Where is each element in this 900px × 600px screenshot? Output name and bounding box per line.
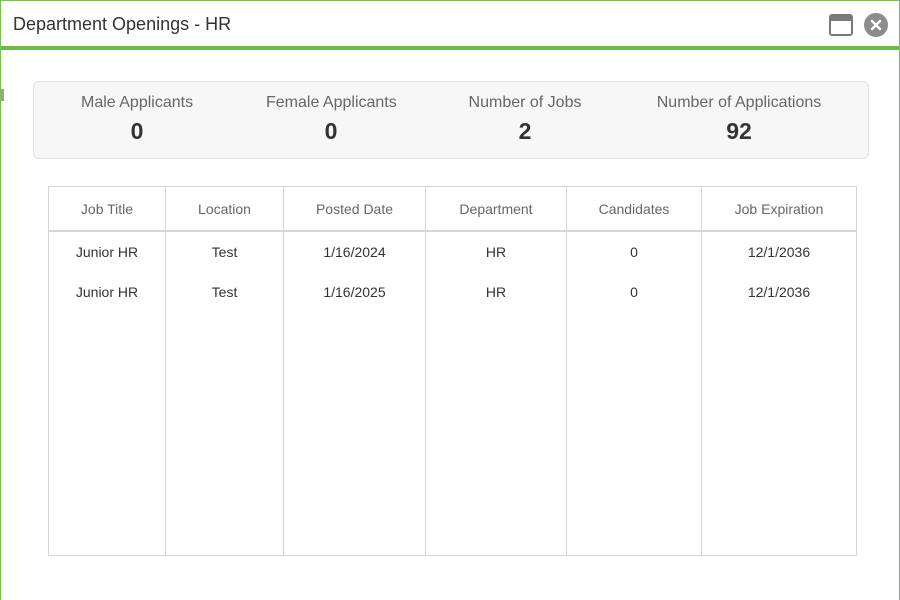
cell-location: Test: [165, 272, 284, 312]
filler-cell: [48, 312, 166, 556]
stat-label: Female Applicants: [266, 94, 397, 111]
resize-handle: [1, 89, 4, 101]
stat-female-applicants: Female Applicants 0: [266, 94, 397, 145]
cell-job-title: Junior HR: [48, 272, 166, 312]
close-circle-icon[interactable]: [864, 13, 888, 37]
cell-department: HR: [425, 272, 567, 312]
filler-cell: [165, 312, 284, 556]
stat-number-of-jobs: Number of Jobs 2: [468, 94, 582, 145]
table-row[interactable]: Junior HR Test 1/16/2024 HR 0 12/1/2036: [48, 231, 857, 272]
column-header-job-expiration[interactable]: Job Expiration: [701, 186, 857, 232]
summary-panel: Male Applicants 0 Female Applicants 0 Nu…: [33, 81, 869, 159]
table-header-row: Job Title Location Posted Date Departmen…: [48, 186, 857, 232]
cell-department: HR: [425, 231, 567, 272]
column-header-candidates[interactable]: Candidates: [566, 186, 702, 232]
column-header-location[interactable]: Location: [165, 186, 284, 232]
filler-cell: [702, 312, 857, 556]
stat-value: 0: [324, 118, 338, 144]
cell-posted-date: 1/16/2024: [283, 231, 426, 272]
stat-value: 92: [726, 118, 752, 144]
cell-job-title: Junior HR: [48, 231, 166, 272]
cell-candidates: 0: [566, 272, 702, 312]
filler-cell: [566, 312, 702, 556]
cell-candidates: 0: [566, 231, 702, 272]
filler-cell: [425, 312, 567, 556]
stat-label: Number of Jobs: [468, 94, 582, 111]
window-maximize-icon[interactable]: [829, 14, 853, 36]
column-header-job-title[interactable]: Job Title: [48, 186, 166, 232]
empty-filler-row: [48, 312, 857, 556]
filler-cell: [283, 312, 426, 556]
table-row[interactable]: Junior HR Test 1/16/2025 HR 0 12/1/2036: [48, 272, 857, 312]
cell-job-expiration: 12/1/2036: [747, 244, 811, 260]
stat-number-of-applications: Number of Applications 92: [654, 94, 824, 145]
column-header-department[interactable]: Department: [425, 186, 567, 232]
job-openings-table: Job Title Location Posted Date Departmen…: [48, 186, 857, 556]
stat-value: 0: [130, 118, 144, 144]
title-bar: Department Openings - HR: [1, 1, 899, 50]
column-header-posted-date[interactable]: Posted Date: [283, 186, 426, 232]
stat-male-applicants: Male Applicants 0: [81, 94, 193, 145]
cell-location: Test: [165, 231, 284, 272]
stat-label: Number of Applications: [656, 94, 822, 111]
window-title: Department Openings - HR: [13, 14, 232, 34]
dialog-window: Department Openings - HR Male Applicants…: [0, 0, 900, 600]
cell-job-expiration: 12/1/2036: [747, 284, 811, 300]
stat-label: Male Applicants: [81, 94, 194, 111]
cell-posted-date: 1/16/2025: [283, 272, 426, 312]
stat-value: 2: [518, 118, 532, 144]
